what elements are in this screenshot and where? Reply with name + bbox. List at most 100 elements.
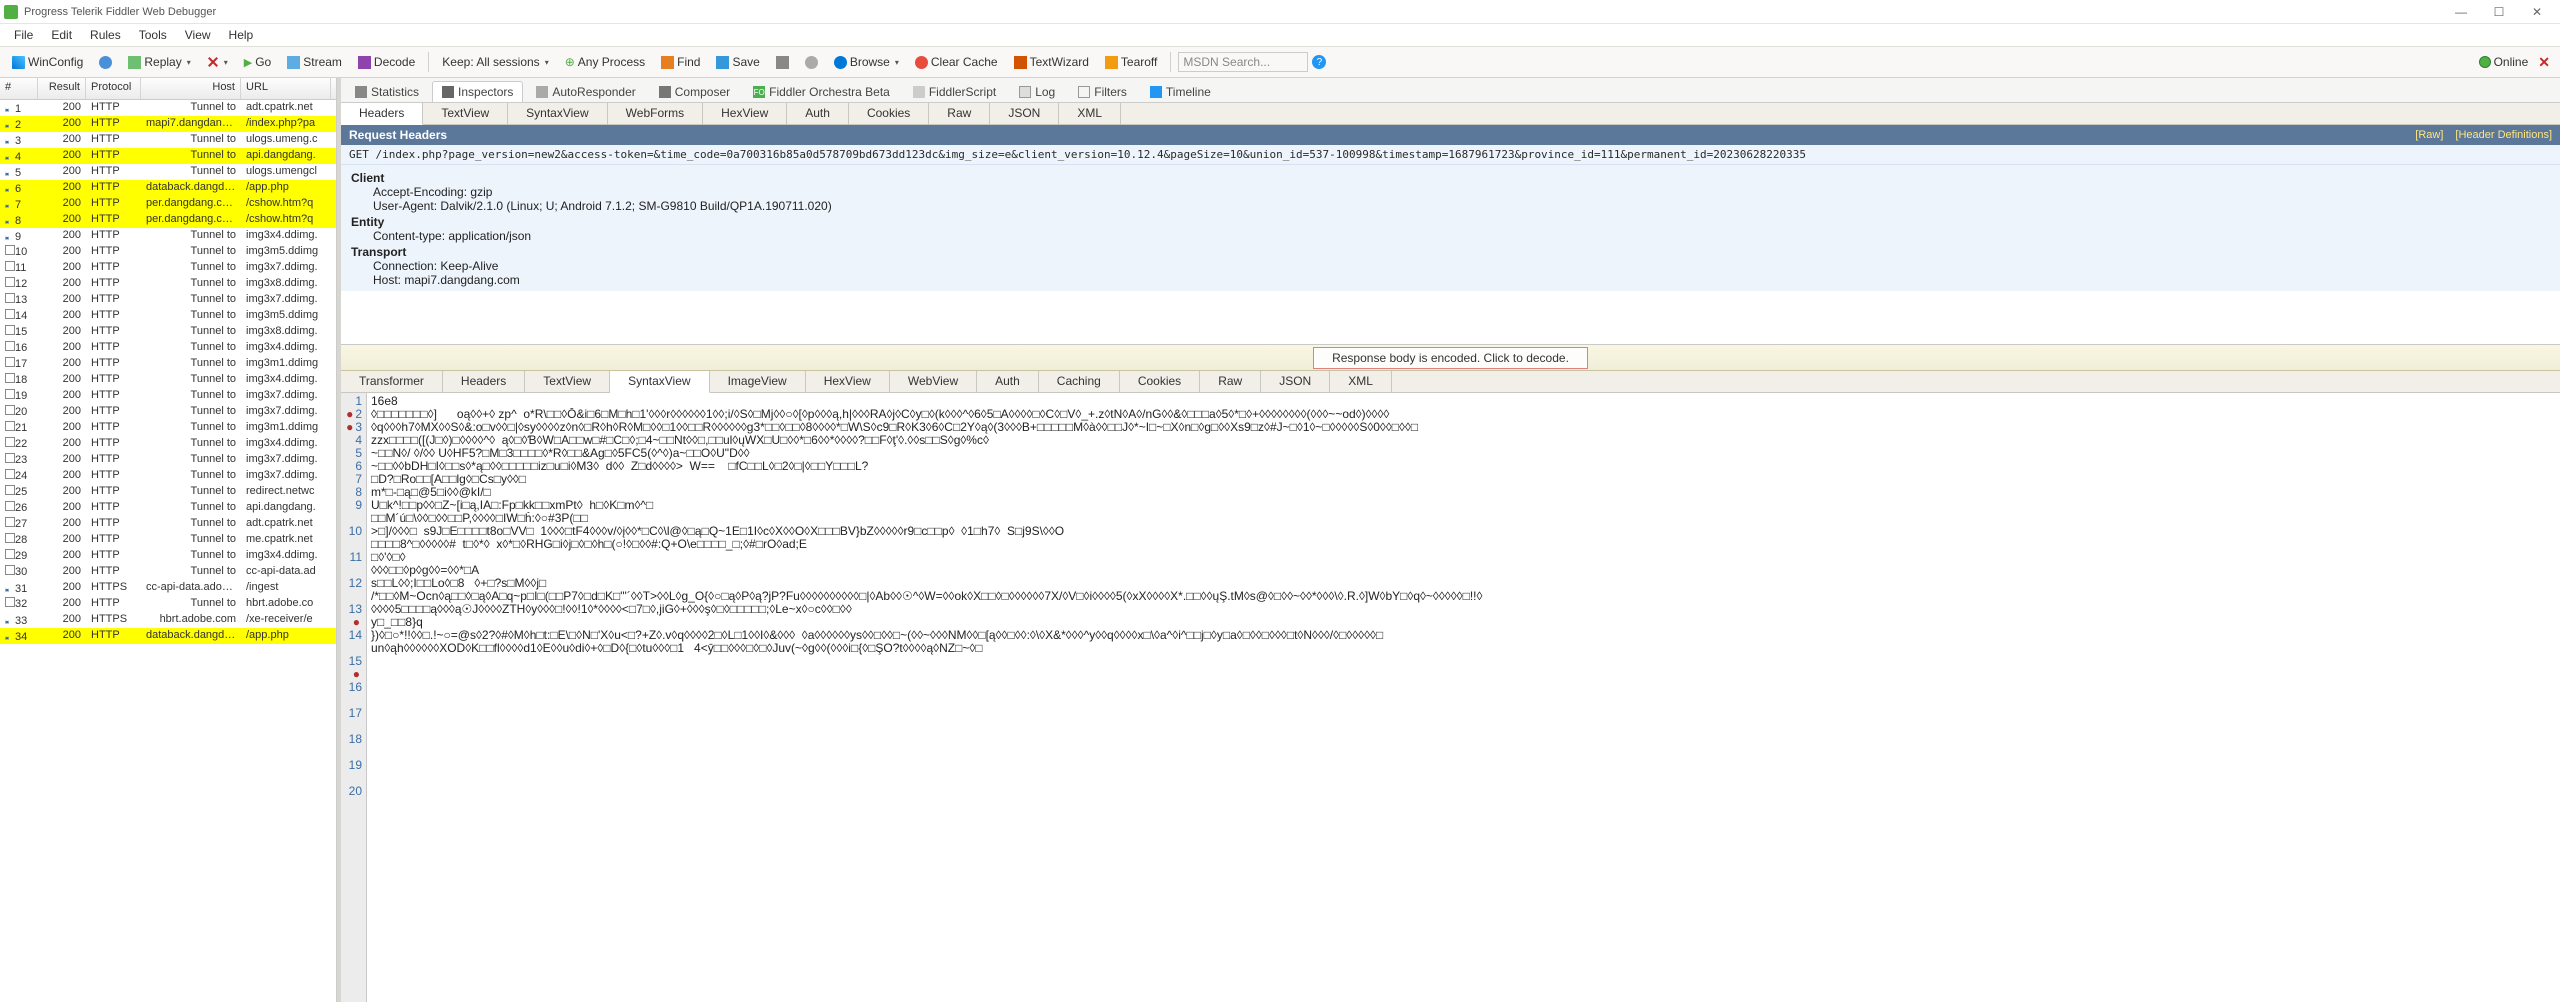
comment-button[interactable] xyxy=(93,53,118,72)
session-row[interactable]: 6200HTTPdataback.dangdang.../app.php xyxy=(0,180,336,196)
req-tab-auth[interactable]: Auth xyxy=(787,103,849,124)
menu-help[interactable]: Help xyxy=(221,26,262,44)
session-row[interactable]: 1200HTTPTunnel toadt.cpatrk.net xyxy=(0,100,336,116)
session-row[interactable]: 26200HTTPTunnel toapi.dangdang. xyxy=(0,500,336,516)
tab-filters[interactable]: Filters xyxy=(1068,81,1137,102)
toolbar-close-button[interactable]: ✕ xyxy=(2534,54,2554,71)
header-item[interactable]: User-Agent: Dalvik/2.1.0 (Linux; U; Andr… xyxy=(373,199,2550,213)
resp-tab-json[interactable]: JSON xyxy=(1261,371,1330,392)
header-item[interactable]: Content-type: application/json xyxy=(373,229,2550,243)
resp-tab-syntaxview[interactable]: SyntaxView xyxy=(610,371,709,393)
session-row[interactable]: 23200HTTPTunnel toimg3x7.ddimg. xyxy=(0,452,336,468)
tab-orchestra[interactable]: FOFiddler Orchestra Beta xyxy=(743,81,900,102)
req-tab-cookies[interactable]: Cookies xyxy=(849,103,929,124)
gutter-line[interactable]: 17 xyxy=(341,694,362,720)
timer-button[interactable] xyxy=(799,53,824,72)
resp-tab-caching[interactable]: Caching xyxy=(1039,371,1120,392)
menu-edit[interactable]: Edit xyxy=(43,26,80,44)
keep-button[interactable]: Keep: All sessions xyxy=(436,52,554,72)
winconfig-button[interactable]: WinConfig xyxy=(6,52,89,72)
resp-tab-auth[interactable]: Auth xyxy=(977,371,1039,392)
session-row[interactable]: 17200HTTPTunnel toimg3m1.ddimg xyxy=(0,356,336,372)
session-row[interactable]: 21200HTTPTunnel toimg3m1.ddimg xyxy=(0,420,336,436)
code-area[interactable]: 16e8◊□□□□□□□◊] oą◊◊+◊ zp^ o*R\□□◊Ŏ&i□6□M… xyxy=(367,393,2560,1002)
session-row[interactable]: 13200HTTPTunnel toimg3x7.ddimg. xyxy=(0,292,336,308)
col-protocol[interactable]: Protocol xyxy=(86,78,141,99)
session-row[interactable]: 34200HTTPdataback.dangdang.../app.php xyxy=(0,628,336,644)
req-tab-syntaxview[interactable]: SyntaxView xyxy=(508,103,607,124)
resp-tab-headers[interactable]: Headers xyxy=(443,371,525,392)
session-row[interactable]: 3200HTTPTunnel toulogs.umeng.c xyxy=(0,132,336,148)
header-definitions-link[interactable]: [Header Definitions] xyxy=(2455,129,2552,141)
raw-link[interactable]: [Raw] xyxy=(2415,129,2443,141)
maximize-button[interactable]: ☐ xyxy=(2480,1,2518,23)
header-item[interactable]: Host: mapi7.dangdang.com xyxy=(373,273,2550,287)
minimize-button[interactable]: — xyxy=(2442,1,2480,23)
clearcache-button[interactable]: Clear Cache xyxy=(909,52,1004,72)
session-row[interactable]: 9200HTTPTunnel toimg3x4.ddimg. xyxy=(0,228,336,244)
replay-button[interactable]: Replay xyxy=(122,52,196,72)
session-row[interactable]: 7200HTTPper.dangdang.com/cshow.htm?q xyxy=(0,196,336,212)
save-button[interactable]: Save xyxy=(710,52,765,72)
decode-button[interactable]: Response body is encoded. Click to decod… xyxy=(1313,347,1588,369)
help-icon[interactable]: ? xyxy=(1312,55,1326,69)
resp-tab-xml[interactable]: XML xyxy=(1330,371,1392,392)
session-row[interactable]: 24200HTTPTunnel toimg3x7.ddimg. xyxy=(0,468,336,484)
header-item[interactable]: Accept-Encoding: gzip xyxy=(373,185,2550,199)
session-row[interactable]: 12200HTTPTunnel toimg3x8.ddimg. xyxy=(0,276,336,292)
resp-tab-raw[interactable]: Raw xyxy=(1200,371,1261,392)
session-row[interactable]: 22200HTTPTunnel toimg3x4.ddimg. xyxy=(0,436,336,452)
resp-tab-hexview[interactable]: HexView xyxy=(806,371,890,392)
req-tab-headers[interactable]: Headers xyxy=(341,103,423,125)
req-tab-json[interactable]: JSON xyxy=(990,103,1059,124)
gutter-line[interactable]: 19 xyxy=(341,746,362,772)
tab-composer[interactable]: Composer xyxy=(649,81,740,102)
go-button[interactable]: ▶Go xyxy=(238,52,277,72)
resp-tab-cookies[interactable]: Cookies xyxy=(1120,371,1200,392)
header-group[interactable]: Entity xyxy=(351,215,2550,229)
search-input[interactable]: MSDN Search... xyxy=(1178,52,1308,72)
header-group[interactable]: Transport xyxy=(351,245,2550,259)
req-tab-xml[interactable]: XML xyxy=(1059,103,1121,124)
gutter-line[interactable]: 9 xyxy=(341,499,362,512)
session-row[interactable]: 19200HTTPTunnel toimg3x7.ddimg. xyxy=(0,388,336,404)
gutter-line[interactable]: 12 xyxy=(341,564,362,590)
textwizard-button[interactable]: TextWizard xyxy=(1008,52,1095,72)
session-row[interactable]: 11200HTTPTunnel toimg3x7.ddimg. xyxy=(0,260,336,276)
gutter-line[interactable]: 11 xyxy=(341,538,362,564)
menu-rules[interactable]: Rules xyxy=(82,26,129,44)
close-button[interactable]: ✕ xyxy=(2518,1,2556,23)
gutter-line[interactable]: 13 xyxy=(341,590,362,616)
session-row[interactable]: 28200HTTPTunnel tome.cpatrk.net xyxy=(0,532,336,548)
session-row[interactable]: 18200HTTPTunnel toimg3x4.ddimg. xyxy=(0,372,336,388)
header-group[interactable]: Client xyxy=(351,171,2550,185)
session-row[interactable]: 20200HTTPTunnel toimg3x7.ddimg. xyxy=(0,404,336,420)
tab-fiddlerscript[interactable]: FiddlerScript xyxy=(903,81,1006,102)
resp-tab-textview[interactable]: TextView xyxy=(525,371,610,392)
req-tab-hexview[interactable]: HexView xyxy=(703,103,787,124)
tab-log[interactable]: Log xyxy=(1009,81,1065,102)
remove-button[interactable] xyxy=(201,53,234,71)
col-num[interactable]: # xyxy=(0,78,38,99)
session-row[interactable]: 27200HTTPTunnel toadt.cpatrk.net xyxy=(0,516,336,532)
tearoff-button[interactable]: Tearoff xyxy=(1099,52,1163,72)
browse-button[interactable]: Browse xyxy=(828,52,905,72)
gutter-line[interactable]: 15 xyxy=(341,642,362,668)
tab-autoresponder[interactable]: AutoResponder xyxy=(526,81,645,102)
header-item[interactable]: Connection: Keep-Alive xyxy=(373,259,2550,273)
decode-button[interactable]: Decode xyxy=(352,52,421,72)
stream-button[interactable]: Stream xyxy=(281,52,348,72)
menu-tools[interactable]: Tools xyxy=(131,26,175,44)
resp-tab-transformer[interactable]: Transformer xyxy=(341,371,443,392)
tab-inspectors[interactable]: Inspectors xyxy=(432,81,523,102)
session-row[interactable]: 30200HTTPTunnel tocc-api-data.ad xyxy=(0,564,336,580)
gutter-line[interactable]: 18 xyxy=(341,720,362,746)
gutter-line[interactable]: 10 xyxy=(341,512,362,538)
session-row[interactable]: 25200HTTPTunnel toredirect.netwc xyxy=(0,484,336,500)
req-tab-webforms[interactable]: WebForms xyxy=(608,103,703,124)
req-tab-raw[interactable]: Raw xyxy=(929,103,990,124)
session-row[interactable]: 2200HTTPmapi7.dangdang.com/index.php?pa xyxy=(0,116,336,132)
session-row[interactable]: 8200HTTPper.dangdang.com/cshow.htm?q xyxy=(0,212,336,228)
gutter-line[interactable]: 20 xyxy=(341,772,362,798)
gutter-line[interactable]: ●14 xyxy=(341,616,362,642)
